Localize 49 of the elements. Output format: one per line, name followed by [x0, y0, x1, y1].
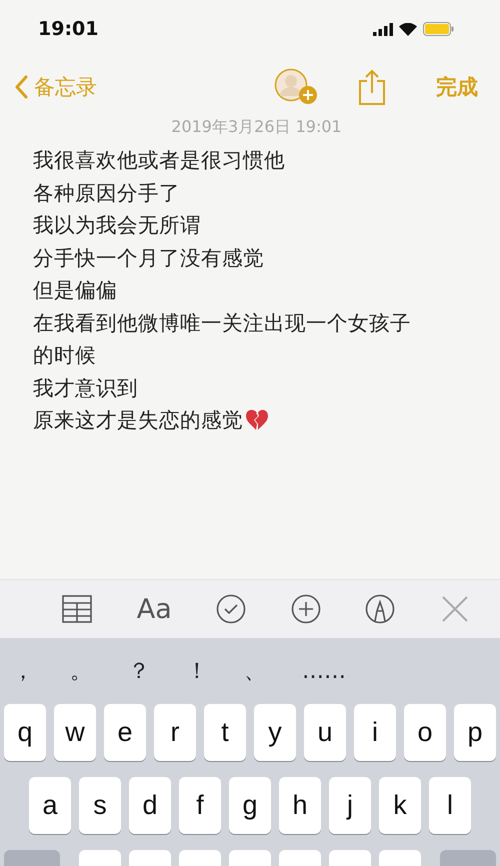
add-icon[interactable]: [290, 594, 321, 624]
keyboard-key[interactable]: q: [4, 704, 46, 761]
keyboard-key[interactable]: g: [229, 777, 271, 834]
broken-heart-icon: [245, 409, 269, 432]
note-line: 的时候: [33, 342, 96, 369]
keyboard-key[interactable]: s: [79, 777, 121, 834]
note-line: 在我看到他微博唯一关注出现一个女孩子: [33, 310, 411, 336]
chevron-icon: [14, 75, 28, 99]
punctuation-suggestion[interactable]: ……: [302, 658, 360, 684]
keyboard-key[interactable]: i: [354, 704, 396, 761]
signal-icon: [373, 22, 393, 36]
keyboard-key[interactable]: p: [454, 704, 496, 761]
markup-pen-icon[interactable]: [365, 594, 396, 624]
keyboard-key[interactable]: a: [29, 777, 71, 834]
table-icon[interactable]: [62, 594, 92, 624]
note-line: 我以为我会无所谓: [33, 212, 201, 239]
note-line: 我很喜欢他或者是很习惯他: [33, 147, 285, 174]
keyboard-key[interactable]: h: [279, 777, 321, 834]
close-icon[interactable]: [440, 594, 470, 624]
punctuation-suggestion[interactable]: ？: [128, 656, 186, 686]
add-person-icon[interactable]: [274, 68, 320, 106]
status-time: 19:01: [38, 18, 98, 40]
keyboard-key[interactable]: u: [304, 704, 346, 761]
punctuation-suggestion[interactable]: ，: [12, 656, 70, 686]
punctuation-suggestion[interactable]: 、: [244, 656, 302, 686]
wifi-icon: [399, 22, 417, 36]
note-line: 原来这才是失恋的感觉: [33, 407, 243, 434]
note-line: 各种原因分手了: [33, 180, 180, 206]
keyboard-key[interactable]: w: [54, 704, 96, 761]
text-format-button[interactable]: Aa: [136, 594, 172, 624]
keyboard-key[interactable]: k: [379, 777, 421, 834]
checklist-icon[interactable]: [216, 594, 246, 624]
note-line: 但是偏偏: [33, 277, 117, 304]
keyboard-key[interactable]: j: [329, 777, 371, 834]
share-icon[interactable]: [358, 69, 386, 105]
battery-icon: [423, 22, 454, 36]
keyboard-key[interactable]: t: [204, 704, 246, 761]
note-line: 分手快一个月了没有感觉: [33, 244, 264, 272]
punctuation-suggestion[interactable]: ！: [186, 656, 244, 686]
note-line: 我才意识到: [33, 374, 138, 402]
keyboard-key[interactable]: y: [254, 704, 296, 761]
keyboard-key[interactable]: o: [404, 704, 446, 761]
keyboard-key[interactable]: e: [104, 704, 146, 761]
keyboard-key[interactable]: d: [129, 777, 171, 834]
keyboard-key[interactable]: r: [154, 704, 196, 761]
keyboard-key[interactable]: f: [179, 777, 221, 834]
keyboard-key[interactable]: l: [429, 777, 471, 834]
punctuation-suggestion[interactable]: 。: [70, 656, 128, 686]
note-date: 2019年3月26日 19:01: [170, 117, 343, 138]
